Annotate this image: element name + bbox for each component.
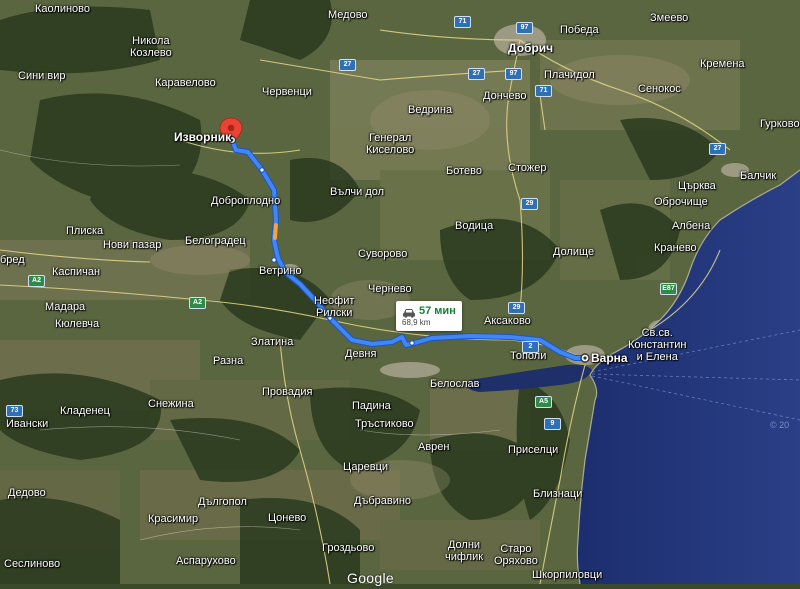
road-shield: 27 [468, 68, 485, 80]
place-label-city: Добрич [508, 41, 554, 55]
place-label: Провадия [262, 386, 313, 398]
route-duration: 57 мин [419, 305, 456, 317]
place-label: Медово [328, 9, 368, 21]
place-label: Цонево [268, 512, 307, 524]
road-shield: 97 [516, 22, 533, 34]
place-label: Дедово [8, 487, 46, 499]
place-label: Балчик [740, 170, 777, 182]
place-label: Неофит Рилски [314, 295, 355, 319]
place-label: Сенокос [638, 83, 681, 95]
place-label: Белослав [430, 378, 480, 390]
place-label: Аспарухово [176, 555, 236, 567]
place-label: Старо Оряхово [494, 543, 538, 567]
place-label: Красимир [148, 513, 199, 525]
place-label: Долище [553, 246, 595, 258]
place-label: Водица [455, 220, 494, 232]
road-shield: 71 [454, 16, 471, 28]
place-label: Шкорпиловци [532, 569, 603, 581]
place-label: Разна [213, 355, 244, 367]
motorway-shield: E87 [660, 283, 677, 295]
place-label: Оброчище [654, 196, 708, 208]
place-label: Дъбравино [354, 495, 412, 507]
place-label: Кладенец [60, 405, 110, 417]
road-shield: 71 [535, 85, 552, 97]
place-label: Каравелово [155, 77, 216, 89]
place-label: Стожер [508, 162, 547, 174]
car-icon [403, 309, 415, 318]
place-label: Вълчи дол [330, 186, 385, 198]
place-label: Ведрина [408, 104, 453, 116]
place-label: Каолиново [35, 3, 90, 15]
route-info-box[interactable]: 57 мин 68,9 km [396, 301, 462, 331]
road-shield: 97 [505, 68, 522, 80]
road-shield: 27 [339, 59, 356, 71]
place-label: Дончево [483, 90, 527, 102]
place-label: Сеслиново [4, 558, 61, 570]
place-label: Снежина [148, 398, 194, 410]
place-label: Сини вир [18, 70, 66, 82]
place-label: Белоградец [185, 235, 246, 247]
destination-marker-icon[interactable] [580, 353, 590, 363]
place-label: Аврен [418, 441, 450, 453]
place-label: Ветрино [259, 265, 302, 277]
place-label: Плачидол [544, 69, 595, 81]
place-label: Змеево [650, 12, 689, 24]
place-label: Доброплодно [211, 195, 281, 207]
route-distance: 68,9 km [402, 318, 431, 327]
place-label: Кранево [654, 242, 697, 254]
place-label: Св.св. Константин и Елена [628, 327, 687, 363]
place-label: Ботево [446, 165, 482, 177]
place-label: Девня [345, 348, 377, 360]
place-label: Кюлевча [55, 318, 100, 330]
place-label: Каспичан [52, 266, 101, 278]
place-label: Златина [251, 336, 294, 348]
place-label: Кремена [700, 58, 745, 70]
road-shield: 9 [544, 418, 561, 430]
place-label: Гроздьово [322, 542, 375, 554]
road-shield: 29 [508, 302, 525, 314]
place-label: Суворово [358, 248, 408, 260]
motorway-shield: A2 [28, 275, 45, 287]
place-label: Албена [672, 220, 711, 232]
road-shield: 2 [522, 341, 539, 353]
place-label: Гурково [760, 118, 800, 130]
place-label: Долни чифлик [445, 539, 484, 563]
place-label: Генерал Киселово [366, 132, 415, 156]
place-label: Никола Козлево [130, 35, 172, 59]
place-label: Нови пазар [103, 239, 162, 251]
place-label: Близнаци [533, 488, 583, 500]
place-label: Ивански [6, 418, 49, 430]
place-label: бред [0, 254, 25, 266]
motorway-shield: A5 [535, 396, 552, 408]
origin-label[interactable]: Изворник [174, 131, 231, 143]
place-label: Плиска [66, 225, 104, 237]
place-label: Чернево [368, 283, 412, 295]
place-label: Червенци [262, 86, 312, 98]
place-label: Църква [678, 180, 716, 192]
road-shield: 27 [709, 143, 726, 155]
destination-label[interactable]: Варна [591, 352, 628, 364]
place-label: Приселци [508, 444, 559, 456]
copyright-text: © 20 [770, 420, 790, 430]
place-label: Падина [352, 400, 391, 412]
road-shield: 73 [6, 405, 23, 417]
motorway-shield: A2 [189, 297, 206, 309]
road-shield: 29 [521, 198, 538, 210]
place-label: Мадара [45, 301, 86, 313]
place-label: Царевци [343, 461, 389, 473]
place-label: Тръстиково [355, 418, 414, 430]
place-label: Победа [560, 24, 599, 36]
place-label: Дългопол [198, 496, 247, 508]
place-label: Аксаково [484, 315, 531, 327]
